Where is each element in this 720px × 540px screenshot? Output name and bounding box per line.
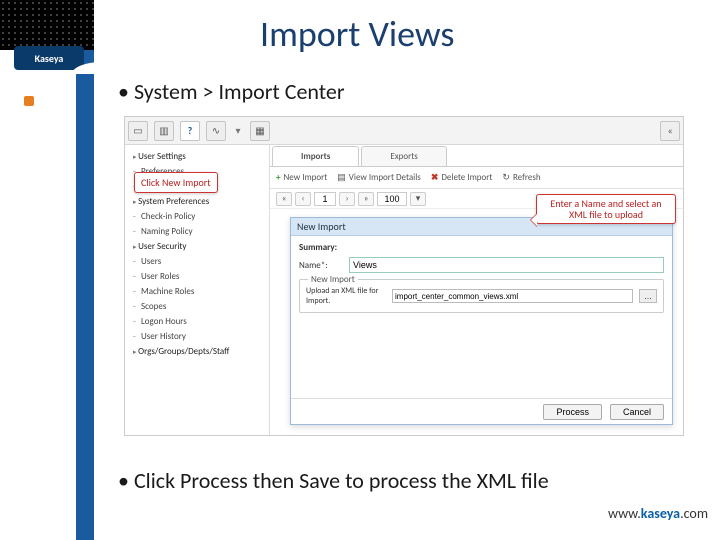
sidebar-cat[interactable]: User Settings [125, 149, 269, 164]
summary-label: Summary: [299, 242, 664, 253]
next-page-button[interactable]: › [339, 192, 355, 206]
chart-icon[interactable]: ∿ [206, 121, 226, 141]
clipboard-icon[interactable]: ▥ [154, 121, 174, 141]
refresh-icon: ↻ [502, 172, 510, 183]
brand-stripe [76, 0, 94, 540]
bullet-instruction: Click Process then Save to process the X… [118, 468, 688, 493]
chevron-down-icon[interactable]: ▾ [229, 124, 247, 137]
cancel-button[interactable]: Cancel [610, 404, 664, 420]
sidebar-cat[interactable]: Orgs/Groups/Depts/Staff [125, 344, 269, 359]
sidebar-item[interactable]: Users [125, 254, 269, 269]
bullet-breadcrumb: System > Import Center [118, 78, 345, 105]
help-icon[interactable]: ? [180, 121, 200, 141]
app-screenshot: ▭ ▥ ? ∿ ▾ ▦ « User Settings Preferences … [124, 116, 684, 436]
toolbar: ▭ ▥ ? ∿ ▾ ▦ « [125, 117, 683, 145]
file-path-field[interactable] [392, 289, 633, 303]
page-size-dropdown[interactable]: ▾ [410, 192, 426, 206]
book-icon[interactable]: ▭ [128, 121, 148, 141]
name-field[interactable] [349, 257, 664, 273]
panel-icon[interactable]: ▦ [250, 121, 270, 141]
refresh-button[interactable]: ↻Refresh [502, 172, 540, 183]
sidebar-item[interactable]: Machine Roles [125, 284, 269, 299]
sidebar-item[interactable]: User Roles [125, 269, 269, 284]
sidebar-item[interactable]: Logon Hours [125, 314, 269, 329]
sidebar-item[interactable]: Check-in Policy [125, 209, 269, 224]
tab-imports[interactable]: Imports [272, 146, 359, 166]
new-import-button[interactable]: +New Import [276, 172, 327, 183]
last-page-button[interactable]: » [358, 192, 374, 206]
plus-icon: + [276, 172, 280, 183]
action-bar: +New Import ▤View Import Details ✖Delete… [270, 167, 683, 189]
upload-fieldset: New Import Upload an XML file for Import… [299, 279, 664, 313]
main-panel: Imports Exports +New Import ▤View Import… [270, 145, 683, 435]
tab-exports[interactable]: Exports [361, 146, 446, 166]
sidebar-item[interactable]: Scopes [125, 299, 269, 314]
first-page-button[interactable]: « [276, 192, 292, 206]
x-icon: ✖ [431, 172, 439, 183]
sidebar-cat[interactable]: User Security [125, 239, 269, 254]
tabs: Imports Exports [270, 145, 683, 167]
delete-import-button[interactable]: ✖Delete Import [431, 172, 493, 183]
new-import-dialog: New Import Summary: Name*: New Import Up… [290, 217, 673, 425]
page-size-input[interactable] [377, 192, 407, 206]
collapse-button[interactable]: « [660, 121, 680, 141]
callout-new-import: Click New Import [134, 172, 218, 193]
brand-dots [0, 0, 94, 50]
upload-legend: New Import [308, 274, 358, 285]
sidebar-cat[interactable]: System Preferences [125, 194, 269, 209]
footer-url: www.kaseya.com [608, 505, 708, 522]
doc-icon: ▤ [337, 172, 346, 183]
dialog-footer: Process Cancel [291, 398, 672, 424]
slide-title: Import Views [260, 12, 454, 56]
name-label: Name*: [299, 260, 349, 271]
logo: Kaseya [14, 46, 84, 70]
callout-name-xml: Enter a Name and select an XML file to u… [536, 194, 676, 224]
browse-button[interactable]: … [639, 289, 657, 303]
process-button[interactable]: Process [543, 404, 602, 420]
page-input[interactable] [314, 192, 336, 206]
upload-message: Upload an XML file for Import. [306, 286, 386, 306]
sidebar-item[interactable]: User History [125, 329, 269, 344]
prev-page-button[interactable]: ‹ [295, 192, 311, 206]
sidebar-item[interactable]: Naming Policy [125, 224, 269, 239]
view-details-button[interactable]: ▤View Import Details [337, 172, 421, 183]
